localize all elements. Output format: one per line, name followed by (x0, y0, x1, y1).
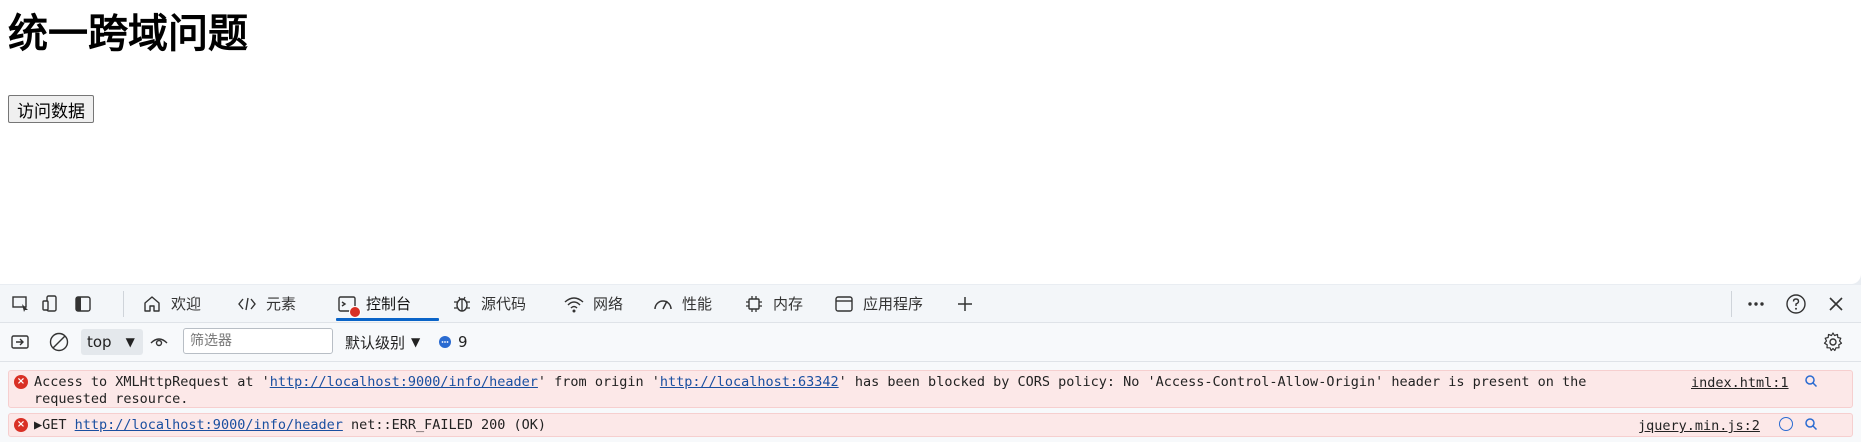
settings-gear-icon[interactable] (1822, 331, 1844, 353)
wifi-icon (563, 293, 585, 315)
tab-label: 欢迎 (171, 295, 202, 313)
window-icon (833, 293, 855, 315)
tab-elements[interactable]: 元素 (236, 285, 296, 322)
console-error-row[interactable]: × Access to XMLHttpRequest at 'http://lo… (8, 370, 1853, 408)
tab-welcome[interactable]: 欢迎 (141, 285, 201, 322)
tab-label: 性能 (682, 295, 713, 313)
filter-input[interactable] (183, 328, 333, 354)
log-levels-dropdown[interactable]: 默认级别 ▼ (345, 329, 420, 355)
error-icon: × (14, 375, 28, 389)
tab-label: 应用程序 (863, 295, 924, 313)
tab-label: 网络 (593, 295, 624, 313)
source-link[interactable]: jquery.min.js:2 (1638, 418, 1760, 434)
more-options-icon[interactable] (1745, 293, 1767, 315)
eye-icon[interactable] (148, 331, 170, 353)
inspect-element-icon[interactable] (10, 293, 32, 315)
context-value: top (87, 333, 112, 351)
error-message: ▶GET http://localhost:9000/info/header n… (34, 417, 547, 433)
message-count[interactable]: 9 (438, 329, 468, 355)
chip-icon (743, 293, 765, 315)
console-messages: × Access to XMLHttpRequest at 'http://lo… (0, 362, 1861, 442)
log-levels-label: 默认级别 (345, 333, 406, 352)
tab-label: 源代码 (481, 295, 527, 313)
gauge-icon (652, 293, 674, 315)
tab-console[interactable]: 控制台 (336, 285, 440, 322)
tab-label: 内存 (773, 295, 804, 313)
page-title: 统一跨域问题 (8, 11, 248, 57)
console-toolbar: top ▼ 默认级别 ▼ 9 (0, 323, 1861, 362)
request-url-link[interactable]: http://localhost:9000/info/header (75, 417, 343, 433)
origin-url-link[interactable]: http://localhost:63342 (660, 374, 839, 390)
clear-console-icon[interactable] (48, 331, 70, 353)
bug-icon (451, 293, 473, 315)
console-icon (336, 293, 361, 318)
device-emulation-icon[interactable] (40, 293, 62, 315)
error-icon: × (14, 418, 28, 432)
search-icon[interactable] (1804, 417, 1818, 435)
error-badge-icon (349, 305, 361, 318)
close-icon[interactable] (1825, 293, 1847, 315)
code-icon (236, 293, 258, 315)
message-count-value: 9 (458, 333, 468, 351)
page-content: 统一跨域问题 访问数据 (0, 0, 1861, 284)
caret-down-icon: ▼ (411, 335, 421, 349)
message-bubble-icon (439, 336, 451, 348)
source-link[interactable]: index.html:1 (1691, 375, 1789, 391)
devtools-panel: 欢迎 元素 控制台 源代码 网络 性能 内存 应用程序 top ▼ 筛选器 默认… (0, 285, 1861, 442)
tab-performance[interactable]: 性能 (652, 285, 712, 322)
tab-label: 控制台 (366, 295, 412, 313)
sidebar-toggle-icon[interactable] (9, 331, 31, 353)
add-tab-icon[interactable] (954, 293, 976, 315)
access-data-button[interactable]: 访问数据 (8, 95, 94, 123)
tab-application[interactable]: 应用程序 (833, 285, 923, 322)
context-selector[interactable]: top ▼ (81, 329, 143, 355)
tab-memory[interactable]: 内存 (743, 285, 803, 322)
devtools-tabbar: 欢迎 元素 控制台 源代码 网络 性能 内存 应用程序 (0, 285, 1861, 323)
home-icon (141, 293, 163, 315)
search-icon[interactable] (1804, 374, 1818, 392)
dock-side-icon[interactable] (72, 293, 94, 315)
tab-network[interactable]: 网络 (563, 285, 623, 322)
tab-sources[interactable]: 源代码 (451, 285, 526, 322)
tab-label: 元素 (266, 295, 297, 313)
request-url-link[interactable]: http://localhost:9000/info/header (270, 374, 538, 390)
error-message: Access to XMLHttpRequest at 'http://loca… (34, 374, 1587, 407)
network-request-icon[interactable] (1779, 417, 1793, 431)
caret-down-icon: ▼ (125, 335, 135, 349)
help-icon[interactable] (1785, 293, 1807, 315)
console-error-row[interactable]: × ▶GET http://localhost:9000/info/header… (8, 413, 1853, 437)
